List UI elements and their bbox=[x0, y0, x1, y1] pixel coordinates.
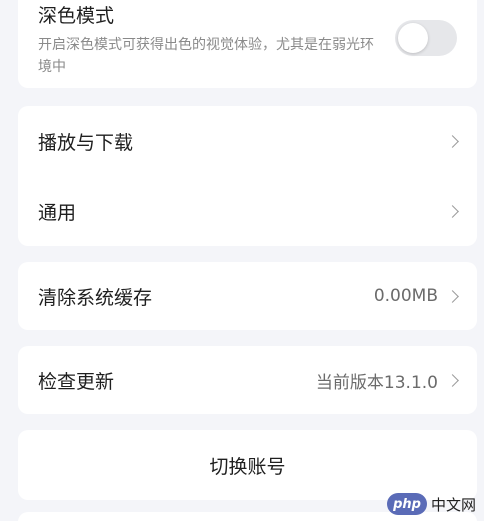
dark-mode-card: 深色模式 开启深色模式可获得出色的视觉体验，尤其是在弱光环境中 bbox=[18, 0, 477, 88]
watermark: php 中文网 bbox=[387, 493, 476, 515]
row-label: 通用 bbox=[38, 201, 77, 224]
cache-size-value: 0.00MB bbox=[373, 286, 438, 306]
chevron-right-icon bbox=[446, 373, 459, 387]
chevron-right-icon bbox=[446, 134, 459, 148]
switch-account-card: 切换账号 bbox=[18, 430, 477, 500]
row-label: 检查更新 bbox=[38, 370, 115, 393]
current-version-value: 当前版本13.1.0 bbox=[315, 372, 438, 393]
switch-account-button[interactable]: 切换账号 bbox=[18, 430, 477, 500]
settings-row-general[interactable]: 通用 bbox=[18, 176, 477, 246]
row-label: 播放与下载 bbox=[38, 131, 134, 154]
row-label: 清除系统缓存 bbox=[38, 286, 153, 309]
chevron-right-icon bbox=[446, 204, 459, 218]
dark-mode-description: 开启深色模式可获得出色的视觉体验，尤其是在弱光环境中 bbox=[38, 37, 374, 75]
playback-general-card: 播放与下载 通用 bbox=[18, 106, 477, 246]
dark-mode-toggle[interactable] bbox=[395, 20, 457, 56]
toggle-knob bbox=[398, 23, 428, 53]
watermark-text: 中文网 bbox=[430, 495, 476, 514]
settings-row-clear-cache[interactable]: 清除系统缓存 0.00MB bbox=[18, 262, 477, 330]
settings-row-check-update[interactable]: 检查更新 当前版本13.1.0 bbox=[18, 346, 477, 414]
php-logo-icon: php bbox=[387, 493, 427, 515]
check-update-card: 检查更新 当前版本13.1.0 bbox=[18, 346, 477, 414]
clear-cache-card: 清除系统缓存 0.00MB bbox=[18, 262, 477, 330]
settings-page: 深色模式 开启深色模式可获得出色的视觉体验，尤其是在弱光环境中 播放与下载 通用… bbox=[0, 0, 484, 521]
chevron-right-icon bbox=[446, 289, 459, 303]
dark-mode-title: 深色模式 bbox=[38, 5, 115, 27]
settings-row-playback-download[interactable]: 播放与下载 bbox=[18, 106, 477, 176]
